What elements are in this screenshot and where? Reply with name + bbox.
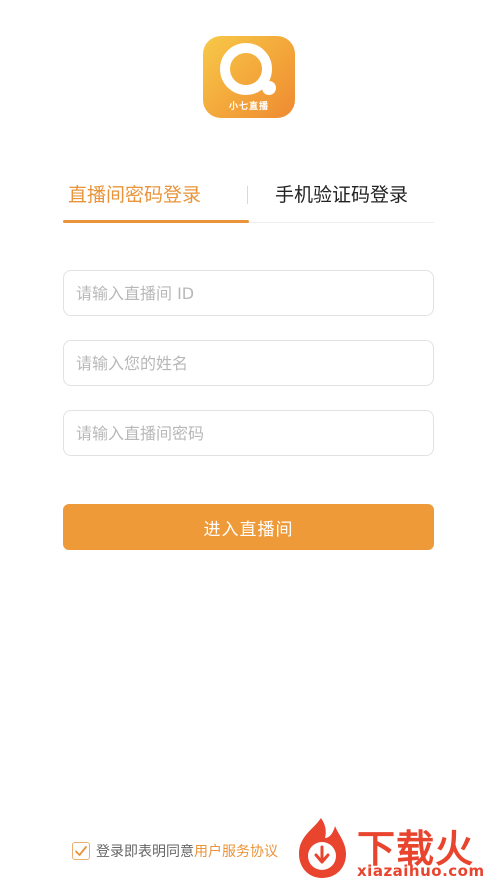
tab-sms-login[interactable]: 手机验证码登录 (275, 180, 408, 210)
enter-room-button[interactable]: 进入直播间 (63, 504, 434, 550)
flame-logo-icon (299, 818, 346, 878)
password-field (63, 410, 434, 456)
room-id-field (63, 270, 434, 316)
agreement-row: 登录即表明同意 用户服务协议 (72, 841, 278, 861)
user-agreement-link[interactable]: 用户服务协议 (194, 841, 278, 861)
app-logo: 小七直播 (203, 36, 295, 118)
checkmark-icon (75, 846, 87, 856)
tab-divider (247, 186, 248, 204)
watermark: 下载火 xiazaihuo.com (291, 812, 497, 883)
login-screen: 小七直播 直播间密码登录 手机验证码登录 进入直播间 登录即表明同意用户服务协议… (0, 0, 497, 883)
watermark-domain: xiazaihuo.com (357, 862, 485, 880)
app-logo-label: 小七直播 (228, 102, 269, 112)
agreement-checkbox[interactable] (72, 842, 90, 860)
name-field (63, 340, 434, 386)
name-input[interactable] (64, 341, 433, 385)
password-input[interactable] (64, 411, 433, 455)
room-id-input[interactable] (64, 271, 433, 315)
tab-password-login[interactable]: 直播间密码登录 (68, 180, 201, 210)
agreement-text: 登录即表明同意 (96, 844, 194, 860)
tab-active-indicator (63, 220, 249, 223)
login-tabs: 直播间密码登录 手机验证码登录 (63, 168, 434, 224)
